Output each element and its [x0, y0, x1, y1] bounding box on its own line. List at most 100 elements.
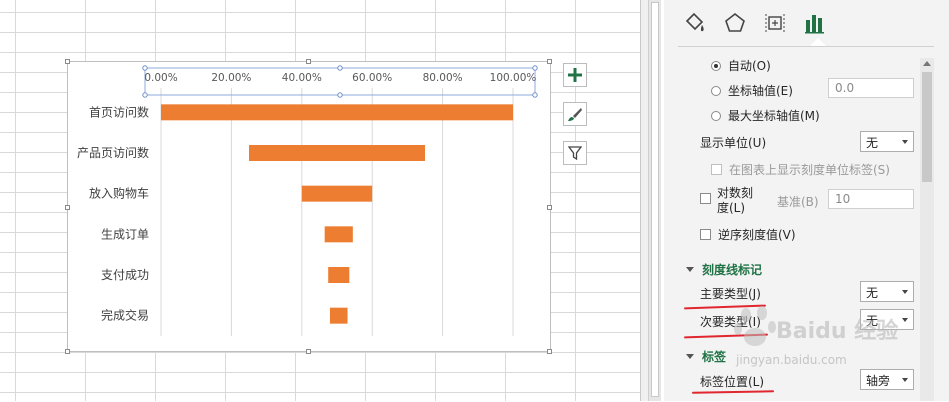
axis-selection-handle[interactable] [142, 92, 148, 98]
chevron-down-icon [902, 290, 908, 294]
radio-row-max-axis[interactable]: 最大坐标轴值(M) [711, 107, 820, 124]
radio-row-axis-value[interactable]: 坐标轴值(E) [711, 82, 793, 99]
display-unit-value: 无 [866, 136, 879, 150]
log-scale-checkbox[interactable] [700, 193, 711, 204]
funnel-bar[interactable] [324, 226, 353, 243]
axis-selection-handle[interactable] [142, 65, 148, 71]
chevron-down-icon [902, 378, 908, 382]
radio-max-axis[interactable] [711, 110, 721, 121]
size-properties-icon [765, 14, 785, 32]
effects-icon [725, 12, 745, 32]
axis-selection-handle[interactable] [337, 65, 343, 71]
reverse-label: 逆序刻度值(V) [718, 228, 796, 242]
radio-auto-label: 自动(O) [728, 59, 771, 73]
display-unit-select[interactable]: 无 [860, 131, 914, 152]
chart-handle-t[interactable] [306, 59, 311, 64]
label-position-value: 轴旁 [866, 374, 891, 388]
chart-handle-l[interactable] [65, 205, 70, 210]
tab-effects[interactable] [720, 8, 750, 38]
plus-icon [568, 68, 582, 82]
tab-fill-line[interactable] [680, 8, 710, 38]
x-tick-label: 60.00% [352, 72, 392, 84]
sheet-scroll-thumb[interactable] [651, 2, 659, 397]
filter-icon [568, 146, 582, 160]
radio-row-auto[interactable]: 自动(O) [711, 57, 771, 74]
axis-value-input[interactable]: 0.0 [828, 78, 914, 98]
section-tick-title: 刻度线标记 [702, 263, 763, 277]
chart-area[interactable]: 0.00% 20.00% 40.00% 60.00% 80.00% 100.00% 首页访问… [67, 61, 551, 352]
base-label: 基准(B) [777, 195, 819, 209]
log-scale-label: 对数刻 度(L) [717, 186, 753, 216]
chart-styles-button[interactable] [563, 102, 587, 126]
axis-selection-handle[interactable] [337, 92, 343, 98]
show-unit-row: 在图表上显示刻度单位标签(S) [711, 161, 890, 178]
collapse-triangle-icon [686, 354, 694, 359]
section-tick-marks[interactable]: 刻度线标记 [686, 261, 762, 278]
chart-handle-r[interactable] [547, 205, 552, 210]
chart-handle-bl[interactable] [65, 349, 70, 354]
category-label: 完成交易 [101, 308, 149, 323]
axis-selection-handle[interactable] [532, 65, 538, 71]
category-label: 支付成功 [101, 268, 149, 282]
category-label: 生成订单 [101, 227, 149, 241]
pane-scroll-thumb[interactable] [922, 72, 932, 182]
brush-icon [568, 108, 582, 121]
section-labels[interactable]: 标签 [686, 348, 726, 365]
category-label: 首页访问数 [89, 104, 149, 119]
category-label: 放入购物车 [89, 186, 149, 201]
show-unit-label: 在图表上显示刻度单位标签(S) [729, 163, 890, 177]
pane-scrollbar[interactable] [920, 58, 934, 401]
major-type-value: 无 [866, 286, 879, 300]
funnel-bar[interactable] [328, 267, 350, 283]
log-scale-row[interactable] [700, 193, 718, 204]
tab-axis-options[interactable] [800, 8, 830, 38]
paw-logo-icon [734, 306, 776, 346]
funnel-bar[interactable] [161, 104, 513, 121]
chevron-down-icon [902, 140, 908, 144]
log-scale-label-line1: 对数刻 [717, 186, 754, 200]
x-tick-label: 20.00% [211, 72, 251, 84]
tab-size-properties[interactable] [760, 8, 790, 38]
funnel-chart: 0.00% 20.00% 40.00% 60.00% 80.00% 100.00% 首页访问… [77, 65, 538, 336]
x-tick-label: 80.00% [423, 72, 463, 84]
chart-filters-button[interactable] [563, 141, 587, 165]
base-input: 10 [828, 189, 914, 209]
active-tab-indicator [810, 38, 826, 46]
chart-handle-tr[interactable] [547, 59, 552, 64]
radio-axis-value-label: 坐标轴值(E) [728, 84, 793, 98]
x-tick-label: 40.00% [282, 72, 322, 84]
chart-handle-b[interactable] [306, 349, 311, 354]
watermark-line2: jingyan.baidu.com [736, 353, 847, 367]
fill-line-icon [685, 12, 704, 32]
radio-axis-value[interactable] [711, 85, 721, 96]
radio-max-axis-label: 最大坐标轴值(M) [728, 109, 820, 123]
axis-selection-box[interactable] [144, 67, 536, 96]
major-type-select[interactable]: 无 [860, 281, 914, 302]
watermark-line1: Baidu 经验 [776, 319, 899, 344]
x-tick-label: 0.00% [144, 72, 177, 84]
chart-handle-tl[interactable] [65, 59, 70, 64]
log-scale-label-line2: 度(L) [717, 201, 746, 215]
x-tick-label: 100.00% [490, 72, 537, 84]
chart-elements-button[interactable] [563, 63, 587, 87]
pane-scroll-up-icon[interactable] [923, 61, 931, 66]
display-unit-label: 显示单位(U) [700, 136, 767, 150]
label-position-label: 标签位置(L) [700, 375, 765, 389]
watermark: Baidu 经验 jingyan.baidu.com [732, 305, 898, 375]
reverse-row[interactable]: 逆序刻度值(V) [700, 226, 796, 243]
category-label: 产品页访问数 [77, 145, 149, 160]
show-unit-checkbox [711, 164, 722, 175]
funnel-bar[interactable] [301, 185, 373, 202]
chart-handle-br[interactable] [547, 349, 552, 354]
pane-tabs [664, 0, 949, 46]
axis-options-icon [805, 15, 824, 34]
funnel-bar[interactable] [249, 145, 425, 161]
collapse-triangle-icon [686, 267, 694, 272]
sheet-vertical-scrollbar[interactable] [648, 0, 661, 401]
reverse-checkbox[interactable] [700, 229, 711, 240]
radio-auto[interactable] [711, 60, 721, 71]
axis-selection-handle[interactable] [532, 92, 538, 98]
section-labels-title: 标签 [702, 350, 727, 364]
chevron-down-icon [902, 318, 908, 322]
funnel-bar[interactable] [329, 307, 348, 324]
